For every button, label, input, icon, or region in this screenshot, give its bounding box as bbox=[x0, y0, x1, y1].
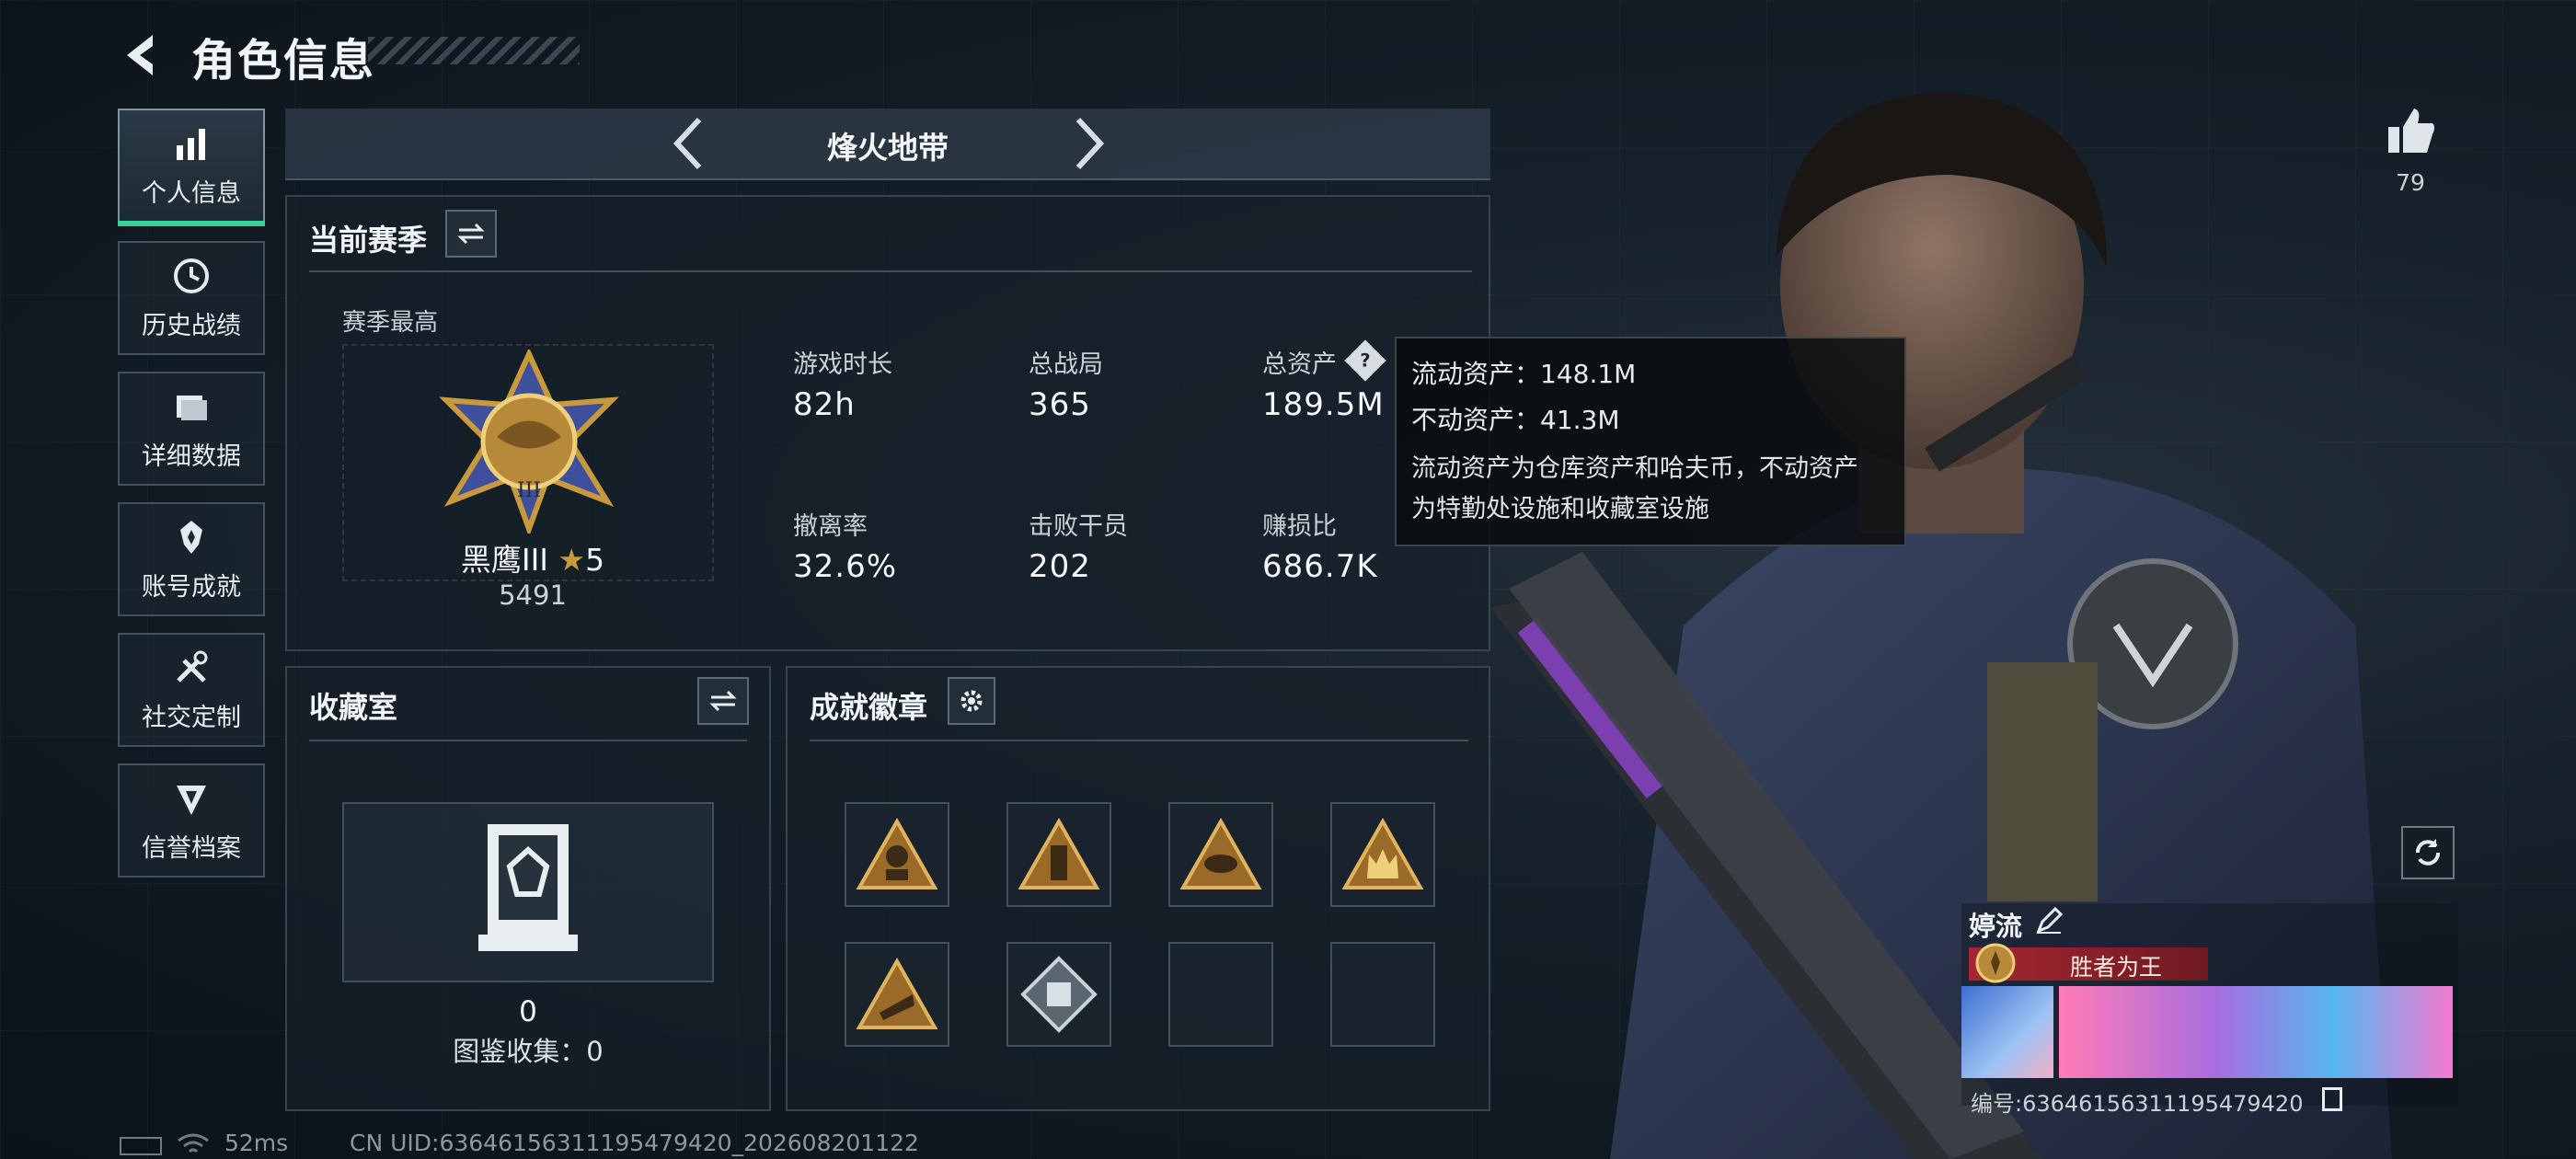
stat-value-playtime: 82h bbox=[793, 386, 856, 423]
achievement-badge-5[interactable] bbox=[845, 942, 949, 1047]
sidebar-item-personal-info[interactable]: 个人信息 bbox=[118, 109, 265, 226]
title-emblem-icon bbox=[1975, 943, 2016, 983]
page-title: 角色信息 bbox=[191, 35, 376, 86]
edit-name-button[interactable] bbox=[2035, 907, 2063, 935]
sidebar-item-label: 历史战绩 bbox=[142, 311, 241, 340]
clock-icon bbox=[174, 258, 209, 293]
chip-badge-icon bbox=[1020, 956, 1098, 1033]
achievement-title: 成就徽章 bbox=[810, 690, 928, 725]
sidebar-item-label: 账号成就 bbox=[142, 572, 241, 602]
season-divider bbox=[309, 270, 1472, 272]
collection-title: 收藏室 bbox=[309, 690, 398, 725]
svg-text:III: III bbox=[517, 479, 541, 502]
sidebar-item-social[interactable]: 社交定制 bbox=[118, 633, 265, 747]
achievement-badge-6[interactable] bbox=[1006, 942, 1111, 1047]
back-button[interactable] bbox=[116, 28, 171, 83]
collection-catalog: 图鉴收集：0 bbox=[453, 1036, 604, 1067]
achievement-settings-button[interactable] bbox=[948, 677, 995, 725]
tooltip-description-1: 流动资产为仓库资产和哈夫币，不动资产 bbox=[1411, 454, 1858, 483]
stat-value-extraction-rate: 32.6% bbox=[793, 548, 898, 585]
ping-value: 52ms bbox=[224, 1130, 289, 1156]
stat-value-total-matches: 365 bbox=[1029, 386, 1091, 423]
player-id-number: 编号:63646156311195479420 bbox=[1971, 1091, 2304, 1117]
swap-icon bbox=[457, 223, 485, 245]
season-panel-title: 当前赛季 bbox=[309, 223, 428, 258]
eye-badge-icon bbox=[1179, 818, 1262, 889]
sidebar-item-detailed-data[interactable]: 详细数据 bbox=[118, 372, 265, 486]
season-best-label: 赛季最高 bbox=[342, 309, 439, 337]
rank-name: 黑鹰III bbox=[460, 542, 549, 578]
stat-label-profit-ratio: 赚损比 bbox=[1262, 512, 1337, 541]
title-decoration bbox=[368, 37, 580, 64]
previous-mode-button[interactable] bbox=[666, 114, 712, 173]
collection-divider bbox=[309, 740, 747, 741]
like-button[interactable] bbox=[2383, 103, 2438, 158]
player-title: 胜者为王 bbox=[2069, 954, 2162, 981]
gear-icon bbox=[960, 690, 983, 712]
thumbs-up-icon bbox=[2388, 109, 2434, 153]
like-count: 79 bbox=[2396, 169, 2425, 196]
stat-value-kills: 202 bbox=[1029, 548, 1091, 585]
copy-id-button[interactable] bbox=[2322, 1087, 2342, 1111]
achievement-divider bbox=[810, 740, 1468, 741]
sidebar-item-label: 详细数据 bbox=[142, 442, 241, 471]
folder-icon bbox=[177, 395, 207, 420]
tooltip-liquid-assets: 流动资产：148.1M bbox=[1411, 359, 1637, 389]
tooltip-description-2: 为特勤处设施和收藏室设施 bbox=[1411, 495, 1709, 523]
achievement-badge-empty[interactable] bbox=[1330, 942, 1435, 1047]
player-name: 婷流 bbox=[1969, 911, 2023, 942]
stat-label-playtime: 游戏时长 bbox=[793, 350, 892, 379]
profile-banner[interactable] bbox=[1961, 986, 2453, 1078]
mode-title: 烽火地带 bbox=[827, 130, 949, 166]
star-icon: ★ bbox=[558, 542, 586, 578]
display-case-icon bbox=[478, 824, 578, 951]
uid-text: CN UID:63646156311195479420_202608201122 bbox=[350, 1130, 919, 1156]
collection-count: 0 bbox=[519, 995, 537, 1028]
crown-badge-icon bbox=[1341, 818, 1424, 889]
stat-value-total-assets: 189.5M bbox=[1262, 386, 1385, 423]
stat-label-kills: 击败干员 bbox=[1029, 512, 1128, 541]
rotate-view-button[interactable] bbox=[2401, 826, 2455, 879]
stat-value-profit-ratio: 686.7K bbox=[1262, 548, 1378, 585]
achievement-badge-empty[interactable] bbox=[1168, 942, 1273, 1047]
next-mode-button[interactable] bbox=[1065, 114, 1111, 173]
rank-stars: 5 bbox=[585, 542, 605, 578]
sidebar-item-history[interactable]: 历史战绩 bbox=[118, 241, 265, 355]
achievement-badge-1[interactable] bbox=[845, 802, 949, 907]
battery-icon bbox=[120, 1137, 162, 1155]
sidebar-item-label: 社交定制 bbox=[142, 703, 241, 732]
rank-medal-icon: III bbox=[439, 350, 619, 534]
collection-switch-button[interactable] bbox=[697, 677, 749, 725]
wifi-icon bbox=[178, 1133, 209, 1153]
sidebar-item-label: 信誉档案 bbox=[142, 833, 241, 863]
shield-icon bbox=[177, 785, 206, 815]
sidebar-item-label: 个人信息 bbox=[142, 178, 241, 208]
pencil-icon bbox=[2036, 907, 2063, 934]
achievement-badge-2[interactable] bbox=[1006, 802, 1111, 907]
tooltip-fixed-assets: 不动资产：41.3M bbox=[1411, 405, 1620, 435]
achievement-badge-4[interactable] bbox=[1330, 802, 1435, 907]
sidebar-item-achievements[interactable]: 账号成就 bbox=[118, 502, 265, 616]
bar-chart-icon bbox=[177, 128, 205, 160]
assets-tooltip: 流动资产：148.1M 不动资产：41.3M 流动资产为仓库资产和哈夫币，不动资… bbox=[1395, 337, 1906, 546]
sidebar-item-reputation[interactable]: 信誉档案 bbox=[118, 763, 265, 878]
achievement-badge-3[interactable] bbox=[1168, 802, 1273, 907]
soldier-badge-icon bbox=[856, 818, 938, 889]
rank-line: 黑鹰III ★5 bbox=[445, 535, 620, 580]
refresh-icon bbox=[2416, 839, 2440, 866]
rank-score: 5491 bbox=[499, 580, 567, 611]
swap-icon bbox=[709, 690, 737, 712]
tower-badge-icon bbox=[1018, 818, 1100, 889]
achievement-icon bbox=[180, 520, 202, 554]
stat-label-total-assets: 总资产 bbox=[1262, 350, 1337, 379]
season-switch-button[interactable] bbox=[445, 210, 497, 258]
hand-badge-icon bbox=[856, 958, 938, 1029]
stat-label-total-matches: 总战局 bbox=[1029, 350, 1103, 379]
tools-icon bbox=[177, 650, 208, 683]
stat-label-extraction-rate: 撤离率 bbox=[793, 512, 868, 541]
